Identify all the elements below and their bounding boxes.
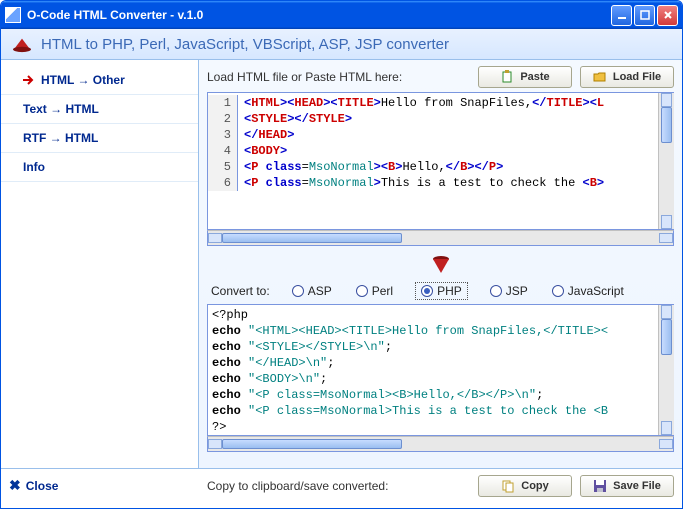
close-button[interactable] <box>657 5 678 26</box>
sidebar-item-rtf-to-html[interactable]: RTF → HTML <box>1 124 198 153</box>
main-panel: Load HTML file or Paste HTML here: Paste… <box>199 60 682 468</box>
output-code-editor[interactable]: <?phpecho "<HTML><HEAD><TITLE>Hello from… <box>207 304 674 436</box>
sidebar-item-html-to-other[interactable]: HTML → Other <box>1 66 198 95</box>
radio-php[interactable]: PHP <box>417 284 466 298</box>
radio-perl[interactable]: Perl <box>356 284 393 298</box>
sidebar-item-label: HTML → Other <box>41 73 125 87</box>
radio-javascript[interactable]: JavaScript <box>552 284 624 298</box>
window-title: O-Code HTML Converter - v.1.0 <box>27 8 611 22</box>
maximize-button[interactable] <box>634 5 655 26</box>
footer: ✖ Close Copy to clipboard/save converted… <box>1 468 682 502</box>
sidebar-item-label: Text → HTML <box>23 102 99 116</box>
floppy-disk-icon <box>593 479 607 493</box>
convert-arrow-icon <box>207 246 674 282</box>
copy-button[interactable]: Copy <box>478 475 572 497</box>
titlebar: O-Code HTML Converter - v.1.0 <box>1 1 682 29</box>
paste-icon <box>500 70 514 84</box>
close-x-icon: ✖ <box>9 477 21 494</box>
arrow-right-red-icon <box>23 75 35 85</box>
convert-to-label: Convert to: <box>211 284 270 298</box>
horizontal-scrollbar[interactable] <box>207 436 674 452</box>
vertical-scrollbar[interactable] <box>658 93 674 229</box>
logo-icon <box>11 35 33 53</box>
header: HTML to PHP, Perl, JavaScript, VBScript,… <box>1 29 682 60</box>
horizontal-scrollbar[interactable] <box>207 230 674 246</box>
header-subtitle: HTML to PHP, Perl, JavaScript, VBScript,… <box>41 36 449 53</box>
folder-open-icon <box>593 70 607 84</box>
input-code-editor[interactable]: 1<HTML><HEAD><TITLE>Hello from SnapFiles… <box>207 92 674 230</box>
save-file-button[interactable]: Save File <box>580 475 674 497</box>
sidebar-item-label: RTF → HTML <box>23 131 98 145</box>
radio-asp[interactable]: ASP <box>292 284 332 298</box>
vertical-scrollbar[interactable] <box>658 305 674 435</box>
close-link[interactable]: ✖ Close <box>9 477 199 494</box>
convert-options-row: Convert to: ASP Perl PHP JSP JavaScript <box>207 282 674 304</box>
app-icon <box>5 7 21 23</box>
copy-icon <box>501 479 515 493</box>
sidebar-item-label: Info <box>23 160 45 174</box>
load-file-button[interactable]: Load File <box>580 66 674 88</box>
sidebar: HTML → Other Text → HTML RTF → HTML Info <box>1 60 199 468</box>
minimize-button[interactable] <box>611 5 632 26</box>
footer-copy-label: Copy to clipboard/save converted: <box>207 479 470 493</box>
radio-jsp[interactable]: JSP <box>490 284 528 298</box>
paste-button[interactable]: Paste <box>478 66 572 88</box>
load-paste-label: Load HTML file or Paste HTML here: <box>207 70 470 84</box>
sidebar-item-info[interactable]: Info <box>1 153 198 182</box>
sidebar-item-text-to-html[interactable]: Text → HTML <box>1 95 198 124</box>
